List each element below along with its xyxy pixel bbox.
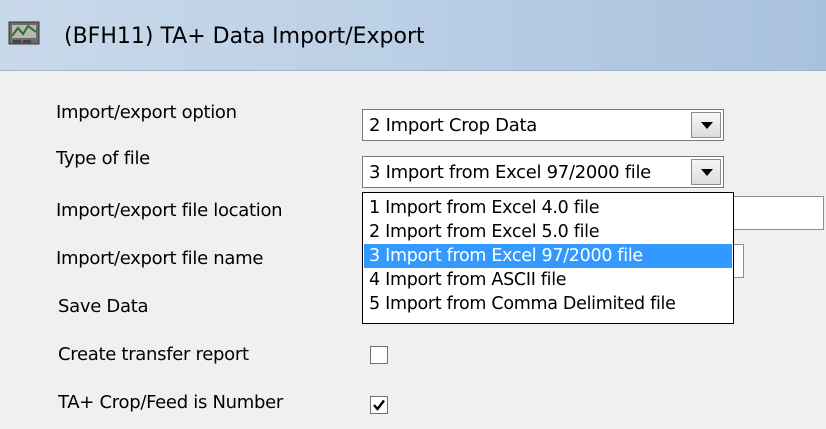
type-of-file-dropdown-list: 1 Import from Excel 4.0 file 2 Import fr… bbox=[362, 192, 734, 324]
type-of-file-value: 3 Import from Excel 97/2000 file bbox=[369, 162, 651, 183]
type-of-file-select[interactable]: 3 Import from Excel 97/2000 file bbox=[362, 156, 724, 188]
crop-feed-is-number-checkbox[interactable] bbox=[370, 396, 388, 414]
title-bar[interactable]: (BFH11) TA+ Data Import/Export bbox=[0, 0, 826, 71]
save-data-label: Save Data bbox=[58, 296, 149, 317]
chevron-down-icon bbox=[701, 169, 713, 176]
file-name-label: Import/export file name bbox=[56, 248, 264, 269]
import-export-option-value: 2 Import Crop Data bbox=[369, 115, 537, 136]
file-location-label: Import/export file location bbox=[56, 200, 283, 221]
type-of-file-option[interactable]: 4 Import from ASCII file bbox=[364, 268, 732, 292]
checkmark-icon bbox=[373, 399, 385, 411]
type-of-file-dropdown-button[interactable] bbox=[691, 159, 721, 185]
crop-feed-is-number-label: TA+ Crop/Feed is Number bbox=[58, 392, 283, 413]
create-transfer-report-checkbox[interactable] bbox=[370, 346, 388, 364]
import-export-option-label: Import/export option bbox=[56, 102, 237, 123]
window-title: (BFH11) TA+ Data Import/Export bbox=[64, 24, 425, 49]
import-export-option-select[interactable]: 2 Import Crop Data bbox=[362, 109, 724, 141]
application-icon[interactable] bbox=[8, 20, 42, 48]
import-export-option-dropdown-button[interactable] bbox=[691, 112, 721, 138]
type-of-file-label: Type of file bbox=[56, 148, 150, 169]
type-of-file-option-selected[interactable]: 3 Import from Excel 97/2000 file bbox=[364, 244, 732, 268]
type-of-file-option[interactable]: 1 Import from Excel 4.0 file bbox=[364, 196, 732, 220]
file-location-input[interactable] bbox=[720, 196, 824, 230]
chevron-down-icon bbox=[701, 122, 713, 129]
create-transfer-report-label: Create transfer report bbox=[58, 344, 249, 365]
type-of-file-option[interactable]: 2 Import from Excel 5.0 file bbox=[364, 220, 732, 244]
type-of-file-option[interactable]: 5 Import from Comma Delimited file bbox=[364, 292, 732, 316]
